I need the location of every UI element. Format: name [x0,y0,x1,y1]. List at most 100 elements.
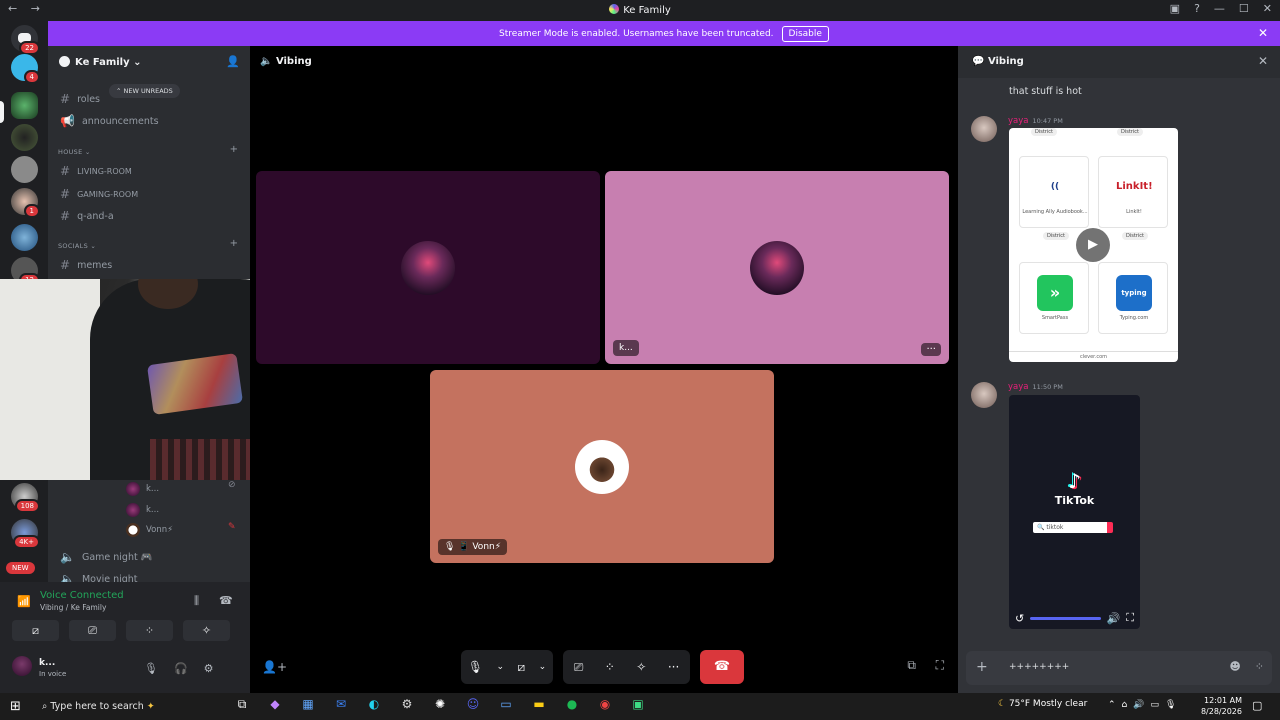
weather-widget[interactable]: ☾ 75°F Mostly clear [998,699,1087,709]
chevron-down-icon[interactable]: ⌄ [496,662,504,672]
video-progress[interactable] [1030,616,1101,620]
message-author[interactable]: yaya 11:50 PM [1008,382,1063,392]
add-people-icon[interactable]: 👤+ [262,660,287,674]
clock[interactable]: 12:01 AM 8/28/2026 [1200,695,1242,717]
soundboard-button[interactable]: ✧ [183,620,230,641]
share-screen-icon[interactable]: ⎚ [574,660,584,675]
discord-taskbar-icon[interactable]: ☺ [463,697,483,712]
voice-status[interactable]: Voice Connected [40,590,124,601]
create-channel-plus-icon[interactable]: + [230,238,238,249]
camera-off-icon[interactable]: ⧄ [518,660,526,675]
user-name[interactable]: k... [39,658,55,668]
settings-icon[interactable]: ⚙ [397,697,417,712]
share-screen-button[interactable]: ⎚ [69,620,116,641]
chat-input-text[interactable]: ++++++++ [1009,662,1069,672]
copilot-icon[interactable]: ◆ [265,697,285,712]
emoji-icon[interactable]: ☻ [1229,660,1240,673]
task-view-icon[interactable]: ⧉ [232,697,252,712]
home-discord-icon[interactable]: 22 [11,25,40,55]
monitor-icon[interactable]: ▭ [496,697,516,712]
server-icon-1[interactable]: 4 [11,54,40,84]
popout-icon[interactable]: ⧉ [907,658,916,673]
inbox-icon[interactable]: ▣ [1170,2,1180,15]
end-call-button[interactable]: ☎ [700,650,744,684]
signal-icon[interactable]: 📶 [17,595,31,608]
voice-channel-movie-night[interactable]: 🔈 Movie night [60,572,138,582]
close-chat-icon[interactable]: ✕ [1258,54,1268,68]
server-icon-5[interactable] [11,224,38,251]
server-icon-8[interactable]: 4K+ [11,519,40,549]
chevron-down-icon[interactable]: ⌄ [539,662,547,672]
chat-input[interactable]: + ++++++++ ☻ ⁘ [966,651,1272,685]
category-socials[interactable]: SOCIALS ⌄ [58,242,96,250]
replay-icon[interactable]: ↺ [1015,612,1024,625]
fullscreen-icon[interactable]: ⛶ [1126,611,1134,625]
channel-roles[interactable]: # roles [60,92,100,106]
disable-streamer-mode-button[interactable]: Disable [781,25,829,42]
video-attachment[interactable]: District District ((Learning Ally Audiob… [1009,128,1178,362]
microphone-icon[interactable]: 🎙 [468,660,483,674]
server-icon-ke-family[interactable] [11,92,38,119]
voice-member[interactable]: k... [126,482,159,496]
chatgpt-icon[interactable]: ✺ [430,697,450,712]
minimize-button[interactable]: — [1214,2,1225,15]
outlook-icon[interactable]: ✉ [331,697,351,712]
camera-off-button[interactable]: ⧄ [12,620,59,641]
taskbar-search[interactable]: ⌕ Type here to search ✦ [36,697,211,716]
soundboard-icon[interactable]: ✧ [636,660,646,674]
voice-member[interactable]: Vonn⚡ [126,523,173,537]
apps-icon[interactable]: ⁘ [1255,660,1264,673]
category-house[interactable]: HOUSE ⌄ [58,148,91,156]
volume-icon[interactable]: 🔊 [1133,700,1144,710]
noise-suppression-icon[interactable]: ⫼ [194,594,199,608]
more-options-button[interactable]: ··· [921,343,941,356]
voice-channel-game-night[interactable]: 🔈 Game night 🎮 [60,550,153,564]
server-icon-2[interactable] [11,124,38,151]
participant-tile-vonn[interactable]: 🎙 📱 Vonn⚡ [430,370,774,563]
channel-q-and-a[interactable]: # q-and-a [60,209,114,223]
close-window-button[interactable]: ✕ [1263,2,1272,15]
voice-location[interactable]: Vibing / Ke Family [40,603,106,612]
fullscreen-icon[interactable]: ⛶ [936,658,944,673]
network-icon[interactable]: ⌂ [1122,700,1128,710]
play-button-icon[interactable]: ▶ [1076,228,1110,262]
new-servers-badge[interactable]: NEW [6,562,35,574]
channel-memes[interactable]: # memes [60,258,112,272]
channel-gaming-room[interactable]: # GAMING-ROOM [60,187,138,201]
microphone-icon[interactable]: 🎙 [144,662,158,675]
store-icon[interactable]: ▦ [298,697,318,712]
channel-announcements[interactable]: 📢 announcements [60,114,159,128]
attach-plus-icon[interactable]: + [976,659,988,675]
close-banner-icon[interactable]: ✕ [1258,26,1268,40]
android-app-icon[interactable]: ▣ [628,697,648,712]
volume-icon[interactable]: 🔊 [1107,612,1121,625]
activities-icon[interactable]: ⁘ [605,660,615,674]
notifications-icon[interactable]: ▢ [1252,699,1262,712]
show-hidden-icons[interactable]: ⌃ [1108,700,1116,710]
server-icon-7[interactable]: 108 [11,483,40,513]
activities-button[interactable]: ⁘ [126,620,173,641]
server-icon-4[interactable]: 1 [11,188,40,218]
headphones-icon[interactable]: 🎧 [174,662,188,675]
create-channel-plus-icon[interactable]: + [230,144,238,155]
maximize-button[interactable]: ☐ [1239,2,1249,15]
new-unreads-pill[interactable]: ⌃ NEW UNREADS [109,84,180,98]
avatar[interactable] [971,382,997,408]
mic-tray-icon[interactable]: 🎙 [1165,700,1176,710]
server-name-header[interactable]: Ke Family ⌄ [59,56,142,68]
windows-start-icon[interactable]: ⊞ [10,699,21,714]
disconnect-icon[interactable]: ☎ [219,594,233,607]
battery-icon[interactable]: ▭ [1150,700,1159,710]
tiktok-video-attachment[interactable]: ♪ TikTok 🔍 tiktok ↺ 🔊 ⛶ [1009,395,1140,629]
participant-tile[interactable]: k... ··· [605,171,949,364]
channel-living-room[interactable]: # LIVING-ROOM [60,164,132,178]
help-icon[interactable]: ? [1194,2,1200,15]
voice-member[interactable]: k... [126,503,159,517]
invite-people-icon[interactable]: 👤 [226,55,240,68]
spotify-icon[interactable]: ● [562,697,582,712]
edge-icon[interactable]: ◐ [364,697,384,712]
file-explorer-icon[interactable]: ▬ [529,697,549,712]
settings-gear-icon[interactable]: ⚙ [204,662,214,675]
chrome-icon[interactable]: ◉ [595,697,615,712]
avatar[interactable] [971,116,997,142]
